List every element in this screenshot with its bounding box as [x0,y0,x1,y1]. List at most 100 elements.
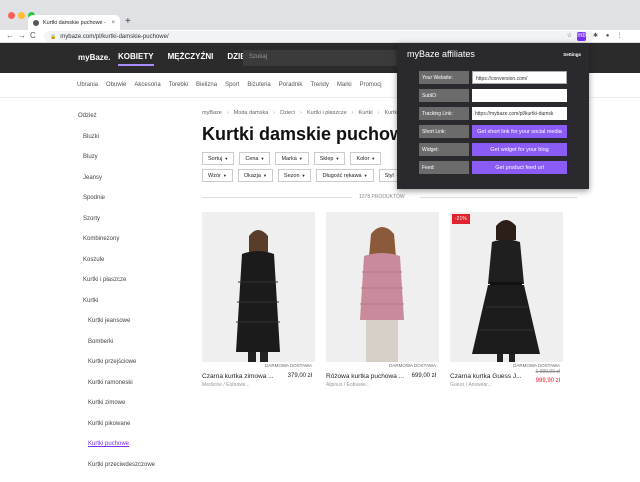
subnav-item[interactable]: Ubrania [77,82,98,88]
product-sale-price: 999,90 zł [536,378,560,384]
subnav-item[interactable]: Akcesoria [134,82,160,88]
sidebar-item[interactable]: Szorty [78,216,188,237]
main-nav: KOBIETY MĘŻCZYŹNI DZIECI [118,52,254,66]
divider-line [420,197,577,198]
forward-icon[interactable]: → [18,31,26,40]
product-image[interactable] [326,212,439,362]
category-sidebar: Odzież Bluzki Bluzy Jeansy Spodnie Szort… [78,113,188,482]
back-icon[interactable]: ← [6,31,14,40]
filter-pattern-button[interactable]: Wzór▼ [202,169,233,182]
chevron-right-icon: › [300,110,302,116]
sidebar-item[interactable]: Kombinezony [78,236,188,257]
mybaze-extension-icon[interactable]: mb [577,32,586,41]
caret-down-icon: ▼ [299,156,303,161]
subnav-item[interactable]: Marki [337,82,352,88]
filter-price-button[interactable]: Cena▼ [239,152,270,165]
short-link-label: Short Link: [419,125,469,138]
filter-label: Sklep [320,156,334,162]
breadcrumb-item[interactable]: Moda damska [234,110,269,116]
tab-close-icon[interactable]: × [111,20,115,26]
affiliate-popup: myBaze affiliates Settings Your Website:… [397,43,589,189]
sidebar-item[interactable]: Spodnie [78,195,188,216]
settings-link[interactable]: Settings [563,52,581,57]
menu-icon[interactable]: ⋮ [615,32,624,41]
subnav-item[interactable]: Poradnik [279,82,303,88]
caret-down-icon: ▼ [371,156,375,161]
website-select[interactable]: https://conversion.com/ [472,71,567,84]
sidebar-item[interactable]: Jeansy [78,175,188,196]
filter-season-button[interactable]: Sezon▼ [278,169,312,182]
sidebar-item[interactable]: Kurtki i płaszcze [78,277,188,298]
subnav-item[interactable]: Torebki [169,82,188,88]
sidebar-item[interactable]: Kurtki [78,298,188,319]
sidebar-item[interactable]: Koszule [78,257,188,278]
sidebar-item[interactable]: Bluzy [78,154,188,175]
product-card[interactable]: DARMOWA DOSTAWA Czarna kurtka zimowa ...… [202,212,315,400]
product-count-divider: 1278 PRODUKTÓW [202,193,577,203]
caret-down-icon: ▼ [223,173,227,178]
product-name[interactable]: Czarna kurtka zimowa ... [202,373,284,380]
minimize-window-button[interactable] [18,12,25,19]
subnav-item[interactable]: Trendy [310,82,328,88]
product-name[interactable]: Czarna kurtka Guess J... [450,373,532,380]
shipping-badge: DARMOWA DOSTAWA [513,363,560,368]
subnav-item[interactable]: Sport [225,82,239,88]
product-old-price: 1 399,90 zł [536,369,560,375]
site-logo[interactable]: myBaze. [78,53,110,62]
tracking-link-input[interactable]: https://mybaze.com/pl/kurtki-damsk [472,107,567,120]
new-tab-button[interactable]: + [125,16,131,27]
get-feed-url-button[interactable]: Get product feed url [472,161,567,174]
feed-label: Feed: [419,161,469,174]
website-label: Your Website: [419,71,469,84]
sidebar-item[interactable]: Kurtki jeansowe [78,318,188,339]
get-widget-button[interactable]: Get widget for your blog [472,143,567,156]
sidebar-item[interactable]: Kurtki przeciwdeszczowe [78,462,188,482]
sidebar-item[interactable]: Odzież [78,113,188,134]
subid-input[interactable] [472,89,567,102]
sidebar-item[interactable]: Bluzki [78,134,188,155]
filter-brand-button[interactable]: Marka▼ [275,152,308,165]
filter-color-button[interactable]: Kolor▼ [350,152,381,165]
product-card[interactable]: DARMOWA DOSTAWA Różowa kurtka puchowa ..… [326,212,439,400]
get-short-link-button[interactable]: Get short link for your social media [472,125,567,138]
browser-tab[interactable]: Kurtki damskie puchowe - Koi × [28,15,120,30]
reload-icon[interactable]: C [30,31,36,40]
breadcrumb-item[interactable]: Kurtki i płaszcze [307,110,347,116]
address-bar[interactable]: 🔒 mybaze.com/pl/kurtki-damskie-puchowe/ [44,31,594,42]
divider-line [202,197,352,198]
nav-mezczyzni[interactable]: MĘŻCZYŹNI [168,52,214,66]
filter-label: Sezon [284,173,300,179]
nav-kobiety[interactable]: KOBIETY [118,52,154,66]
feed-row: Feed: Get product feed url [419,161,567,174]
puzzle-icon[interactable]: ✱ [591,32,600,41]
product-price: 379,00 zł [288,373,312,379]
filter-occasion-button[interactable]: Okazja▼ [238,169,273,182]
close-window-button[interactable] [8,12,15,19]
product-image[interactable]: -21% [450,212,563,362]
profile-icon[interactable]: ● [603,32,612,41]
subnav-item[interactable]: Promocj [360,82,382,88]
filter-sort-button[interactable]: Sortuj▼ [202,152,234,165]
sidebar-item-active[interactable]: Kurtki puchowe [78,441,188,462]
breadcrumb-item[interactable]: Dzieci [280,110,295,116]
sidebar-item[interactable]: Kurtki ramoneski [78,380,188,401]
breadcrumb-item[interactable]: Kurtki [359,110,373,116]
subnav-item[interactable]: Biżuteria [247,82,270,88]
sidebar-item[interactable]: Bomberki [78,339,188,360]
breadcrumb-item[interactable]: myBaze [202,110,222,116]
chevron-right-icon: › [352,110,354,116]
sidebar-item[interactable]: Kurtki pikowane [78,421,188,442]
subnav-item[interactable]: Bielizna [196,82,217,88]
subnav-item[interactable]: Obuwie [106,82,126,88]
product-card[interactable]: -21% DARMOWA DOSTAWA Czarna kurtka Guess… [450,212,563,400]
search-input[interactable]: Szukaj [243,50,398,66]
sidebar-item[interactable]: Kurtki zimowe [78,400,188,421]
product-name[interactable]: Różowa kurtka puchowa ... [326,373,408,380]
filter-sleeve-button[interactable]: Długość rękawa▼ [316,169,373,182]
star-icon[interactable]: ☆ [565,32,574,41]
sidebar-item[interactable]: Kurtki przejściowe [78,359,188,380]
product-image[interactable] [202,212,315,362]
website-row: Your Website: https://conversion.com/ [419,71,567,84]
filter-shop-button[interactable]: Sklep▼ [314,152,346,165]
breadcrumb: myBaze › Moda damska › Dzieci › Kurtki i… [202,110,421,116]
